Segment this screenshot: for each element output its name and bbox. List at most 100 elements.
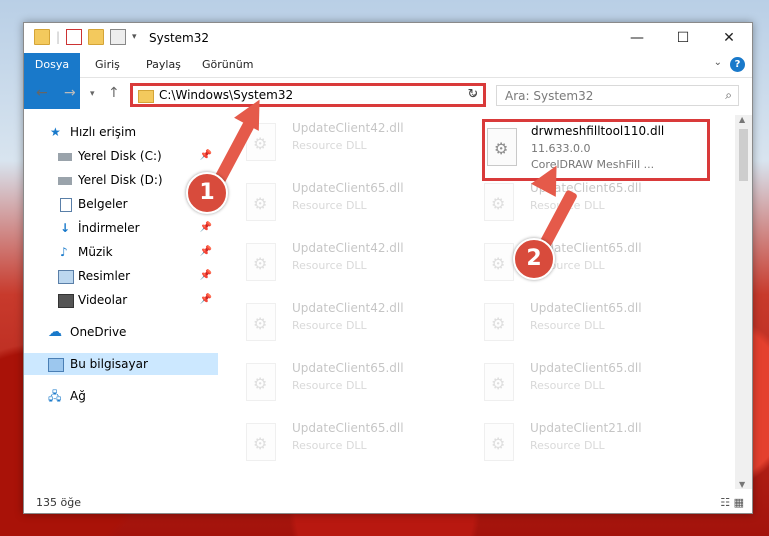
file-list: UpdateClient42.dll Resource DLL UpdateCl… — [224, 115, 736, 485]
tab-view[interactable]: Görünüm — [202, 53, 253, 77]
file-type: Resource DLL — [530, 439, 605, 452]
sidebar-item-pictures[interactable]: Resimler 📌 — [24, 265, 218, 287]
sidebar-item-this-pc[interactable]: Bu bilgisayar — [24, 353, 218, 375]
download-icon: ↓ — [60, 221, 71, 235]
sidebar-item-label: Müzik — [78, 245, 113, 259]
file-item[interactable]: UpdateClient65.dll Resource DLL — [462, 297, 682, 353]
folder-icon — [34, 29, 50, 45]
sidebar-item-label: İndirmeler — [78, 221, 140, 235]
file-name: UpdateClient65.dll — [530, 361, 642, 375]
dll-file-icon — [246, 363, 276, 401]
tab-share[interactable]: Paylaş — [146, 53, 181, 77]
refresh-button[interactable]: ↻ — [463, 85, 483, 105]
file-type: Resource DLL — [292, 199, 367, 212]
pin-icon[interactable]: 📌 — [200, 289, 212, 311]
file-item[interactable]: UpdateClient21.dll Resource DLL — [462, 417, 682, 473]
sidebar-item-label: Yerel Disk (C:) — [78, 149, 162, 163]
file-name: UpdateClient42.dll — [292, 241, 404, 255]
view-toggle-icons[interactable]: ☷ ▦ — [720, 496, 744, 509]
sidebar-item-label: Ağ — [70, 389, 86, 403]
sidebar-item-drive-c[interactable]: Yerel Disk (C:) 📌 — [24, 145, 218, 167]
properties-icon[interactable] — [66, 29, 83, 45]
sidebar-item-label: Hızlı erişim — [70, 125, 137, 139]
forward-icon[interactable]: → — [64, 85, 76, 101]
quick-access-customize-icon[interactable] — [110, 29, 127, 45]
search-icon: ⌕ — [725, 88, 732, 102]
step-badge-2: 2 — [513, 238, 555, 280]
up-icon[interactable]: ↑ — [108, 85, 120, 101]
drive-icon — [58, 177, 72, 185]
sidebar-item-label: Resimler — [78, 269, 131, 283]
sidebar-item-label: Yerel Disk (D:) — [78, 173, 163, 187]
vertical-scrollbar[interactable]: ▲ ▼ — [735, 115, 752, 489]
sidebar-item-onedrive[interactable]: ☁ OneDrive — [24, 321, 218, 343]
dll-file-icon — [484, 303, 514, 341]
dll-file-icon — [484, 243, 514, 281]
network-icon: 🖧 — [48, 389, 62, 403]
highlighted-file-item[interactable]: drwmeshfilltool110.dll 11.633.0.0 CorelD… — [482, 119, 710, 181]
dll-file-icon — [484, 363, 514, 401]
item-count: 135 öğe — [36, 496, 81, 509]
scroll-thumb[interactable] — [739, 129, 748, 181]
back-icon[interactable]: ← — [36, 85, 48, 101]
help-button[interactable]: ? — [730, 57, 745, 72]
explorer-window: | ▾ System32 — ☐ ✕ Dosya Giriş Paylaş Gö… — [23, 22, 753, 514]
file-name: UpdateClient42.dll — [292, 301, 404, 315]
address-path: C:\Windows\System32 — [159, 88, 294, 102]
dll-file-icon — [487, 128, 517, 166]
file-name: UpdateClient21.dll — [530, 421, 642, 435]
scroll-down-icon[interactable]: ▼ — [739, 480, 745, 489]
sidebar-item-label: OneDrive — [70, 325, 127, 339]
file-name: UpdateClient65.dll — [292, 181, 404, 195]
address-row: ← → ▾ ↑ C:\Windows\System32 ⌄ ↻ Ara: Sys… — [24, 81, 752, 109]
sidebar-item-downloads[interactable]: ↓ İndirmeler 📌 — [24, 217, 218, 239]
search-box[interactable]: Ara: System32 ⌕ — [496, 85, 739, 106]
computer-icon — [48, 358, 64, 372]
sidebar-item-videos[interactable]: Videolar 📌 — [24, 289, 218, 311]
address-bar[interactable]: C:\Windows\System32 ⌄ — [130, 83, 486, 107]
drive-icon — [58, 153, 72, 161]
recent-locations-icon[interactable]: ▾ — [90, 89, 95, 99]
file-item[interactable]: UpdateClient65.dll Resource DLL — [224, 357, 444, 413]
new-folder-icon[interactable] — [88, 29, 105, 45]
pin-icon[interactable]: 📌 — [200, 265, 212, 287]
pin-icon[interactable]: 📌 — [200, 241, 212, 263]
file-version: 11.633.0.0 — [531, 142, 591, 155]
chevron-down-icon[interactable]: ▾ — [132, 32, 137, 42]
pin-icon[interactable]: 📌 — [200, 217, 212, 239]
file-type: Resource DLL — [292, 379, 367, 392]
tab-home[interactable]: Giriş — [95, 53, 120, 77]
pin-icon[interactable]: 📌 — [200, 145, 212, 167]
sidebar-item-music[interactable]: ♪ Müzik 📌 — [24, 241, 218, 263]
file-name: UpdateClient65.dll — [530, 301, 642, 315]
file-item[interactable]: UpdateClient42.dll Resource DLL — [224, 237, 444, 293]
file-item[interactable]: UpdateClient65.dll Resource DLL — [462, 237, 682, 293]
search-placeholder: Ara: System32 — [505, 89, 594, 103]
close-button[interactable]: ✕ — [706, 23, 752, 53]
sidebar-item-quick-access[interactable]: ★ Hızlı erişim — [24, 121, 218, 143]
file-type: Resource DLL — [292, 139, 367, 152]
file-name: drwmeshfilltool110.dll — [531, 124, 665, 138]
star-icon: ★ — [50, 125, 61, 139]
dll-file-icon — [246, 303, 276, 341]
minimize-button[interactable]: — — [614, 23, 660, 53]
file-item[interactable]: UpdateClient65.dll Resource DLL — [224, 417, 444, 473]
dll-file-icon — [246, 243, 276, 281]
dll-file-icon — [246, 183, 276, 221]
file-type: Resource DLL — [530, 379, 605, 392]
file-item[interactable]: UpdateClient65.dll Resource DLL — [224, 177, 444, 233]
sidebar-item-label: Bu bilgisayar — [70, 357, 148, 371]
file-item[interactable]: UpdateClient65.dll Resource DLL — [462, 357, 682, 413]
maximize-button[interactable]: ☐ — [660, 23, 706, 53]
sidebar-item-label: Videolar — [78, 293, 128, 307]
separator: | — [56, 30, 61, 44]
ribbon: Dosya Giriş Paylaş Görünüm ⌄ ? — [24, 53, 752, 109]
file-item[interactable]: UpdateClient42.dll Resource DLL — [224, 297, 444, 353]
scroll-up-icon[interactable]: ▲ — [739, 115, 745, 124]
sidebar-item-label: Belgeler — [78, 197, 128, 211]
sidebar-item-network[interactable]: 🖧 Ağ — [24, 385, 218, 407]
pictures-icon — [58, 270, 74, 284]
ribbon-expand-icon[interactable]: ⌄ — [714, 57, 722, 68]
file-type: Resource DLL — [292, 319, 367, 332]
videos-icon — [58, 294, 74, 308]
